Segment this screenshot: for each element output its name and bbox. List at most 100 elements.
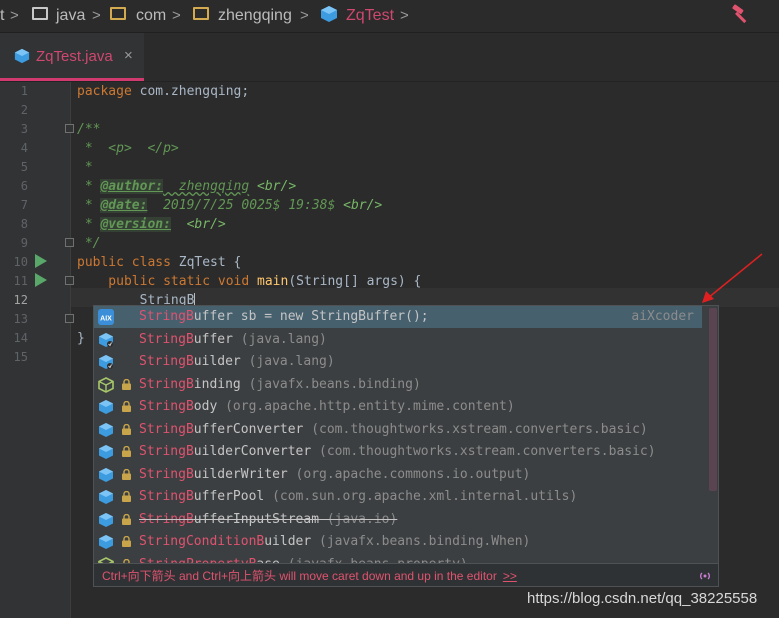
doc-value: zhengqing (163, 179, 250, 194)
line-number: 14 (13, 331, 28, 345)
aix-icon: AIX (98, 309, 114, 325)
tab-label: ZqTest.java (36, 48, 113, 65)
matched-prefix: StringB (139, 354, 194, 369)
code-text: (String[] args) { (288, 274, 422, 289)
doc-value: 2019/7/25 0025$ 19:38$ (147, 198, 336, 213)
run-class-icon[interactable] (35, 254, 47, 268)
completion-item[interactable]: StringBody (org.apache.http.entity.mime.… (94, 396, 702, 418)
matched-prefix: StringB (139, 511, 194, 527)
breadcrumb-item-com[interactable]: com (136, 6, 166, 26)
chevron-right-icon: > (10, 7, 19, 24)
class-final-icon (99, 332, 113, 347)
java-class-icon (14, 48, 30, 64)
fold-marker-icon[interactable] (65, 238, 74, 247)
line-number: 2 (20, 103, 28, 117)
completion-item-text: StringBinding (javafx.beans.binding) (139, 374, 421, 396)
html-tag: <br/> (249, 179, 297, 194)
code-line-1: package com.zhengqing; (77, 82, 249, 101)
matched-prefix: StringB (139, 444, 194, 459)
close-icon[interactable]: × (124, 47, 133, 64)
package-folder-icon (193, 7, 209, 20)
matched-prefix: StringB (139, 489, 194, 504)
fold-marker-icon[interactable] (65, 314, 74, 323)
editor-tab-bar: ZqTest.java × (0, 33, 779, 82)
completion-scrollbar[interactable] (709, 308, 717, 491)
matched-prefix: StringB (139, 309, 194, 324)
broadcast-icon[interactable] (698, 569, 712, 583)
completion-package: (com.thoughtworks.xstream.converters.bas… (303, 421, 648, 437)
matched-prefix: StringB (139, 331, 194, 347)
folder-icon (32, 7, 48, 20)
completion-name-rest: ody (193, 399, 218, 414)
class-icon (99, 467, 113, 482)
completion-item[interactable]: StringBuilderConverter (com.thoughtworks… (94, 441, 702, 463)
completion-item-text: StringBuffer (java.lang) (139, 329, 327, 351)
keyword: package (77, 84, 132, 99)
completion-name-rest: uffer (193, 331, 233, 347)
lock-icon (122, 401, 131, 412)
completion-name-rest: ufferInputStream (193, 511, 320, 527)
completion-package: (com.thoughtworks.xstream.converters.bas… (311, 444, 656, 459)
keyword: public class (77, 255, 171, 270)
completion-source: aiXcoder (631, 309, 694, 324)
completion-package: (java.io) (319, 511, 398, 527)
line-number: 6 (20, 179, 28, 193)
completion-name-rest: uffer sb = new StringBuffer(); (193, 309, 429, 324)
breadcrumb-item-root[interactable]: t (0, 6, 4, 26)
code-line-5: * (77, 160, 93, 175)
code-line-9: */ (77, 236, 101, 251)
completion-package: (org.apache.commons.io.output) (287, 466, 531, 482)
breadcrumb-item-zhengqing[interactable]: zhengqing (218, 6, 292, 26)
line-number: 3 (20, 122, 28, 136)
code-line-11: public static void main(String[] args) { (77, 272, 421, 291)
completion-item[interactable]: StringBuffer (java.lang) (94, 329, 702, 351)
run-main-icon[interactable] (35, 273, 47, 287)
class-icon (99, 445, 113, 459)
completion-item-text: StringConditionBuilder (javafx.beans.bin… (139, 531, 530, 553)
code-line-6: * @author: zhengqing <br/> (77, 177, 296, 196)
svg-text:AIX: AIX (100, 316, 112, 323)
code-line-3: /** (77, 122, 101, 137)
code-line-4: * <p> </p> (77, 141, 179, 156)
fold-marker-icon[interactable] (65, 124, 74, 133)
lock-icon (122, 446, 131, 457)
class-icon (99, 400, 113, 414)
html-tag: <br/> (170, 217, 226, 232)
line-number: 15 (13, 350, 28, 364)
line-number: 10 (13, 255, 28, 269)
line-number: 4 (20, 141, 28, 155)
completion-hint: Ctrl+向下箭头 and Ctrl+向上箭头 will move caret … (102, 565, 517, 586)
chevron-right-icon: > (92, 7, 101, 24)
completion-item[interactable]: StringBufferInputStream (java.io) (94, 509, 702, 531)
build-hammer-icon[interactable] (730, 4, 750, 24)
breadcrumb-item-zqtest[interactable]: ZqTest (346, 6, 394, 26)
code-text: ZqTest { (170, 255, 242, 270)
completion-name-rest: uilder (264, 534, 312, 549)
watermark-url: https://blog.csdn.net/qq_38225558 (527, 590, 758, 607)
code-line-14: } (77, 331, 85, 346)
javadoc-tag: @author: (100, 179, 164, 194)
code-line-7: * @date: 2019/7/25 0025$ 19:38$ <br/> (77, 196, 382, 215)
class-final-icon (99, 355, 113, 369)
breadcrumb-item-java[interactable]: java (56, 6, 85, 26)
hint-more-link[interactable]: >> (503, 569, 517, 583)
completion-item[interactable]: StringBufferPool (com.sun.org.apache.xml… (94, 486, 702, 508)
completion-item[interactable]: StringBuilder (java.lang) (94, 351, 702, 373)
matched-prefix: StringB (139, 399, 194, 414)
completion-package: (java.lang) (240, 354, 335, 369)
completion-item[interactable]: StringBinding (javafx.beans.binding) (94, 374, 702, 396)
tab-zqtest-java[interactable]: ZqTest.java × (0, 33, 144, 81)
completion-item[interactable]: StringConditionBuilder (javafx.beans.bin… (94, 531, 702, 553)
completion-item[interactable]: StringBufferConverter (com.thoughtworks.… (94, 419, 702, 441)
chevron-right-icon: > (172, 7, 181, 24)
completion-hint-bar: Ctrl+向下箭头 and Ctrl+向上箭头 will move caret … (94, 563, 718, 586)
completion-package: (javafx.beans.binding.When) (311, 534, 531, 549)
fold-marker-icon[interactable] (65, 276, 74, 285)
completion-item-text: StringBufferConverter (com.thoughtworks.… (139, 419, 648, 441)
completion-item-selected[interactable]: AIX StringBuffer sb = new StringBuffer();… (94, 306, 702, 328)
completion-package: (java.lang) (232, 331, 327, 347)
lock-icon (122, 468, 131, 480)
completion-item-text: StringBufferInputStream (java.io) (139, 509, 397, 531)
completion-item[interactable]: StringBuilderWriter (org.apache.commons.… (94, 464, 702, 486)
doc-star: * (77, 198, 101, 213)
